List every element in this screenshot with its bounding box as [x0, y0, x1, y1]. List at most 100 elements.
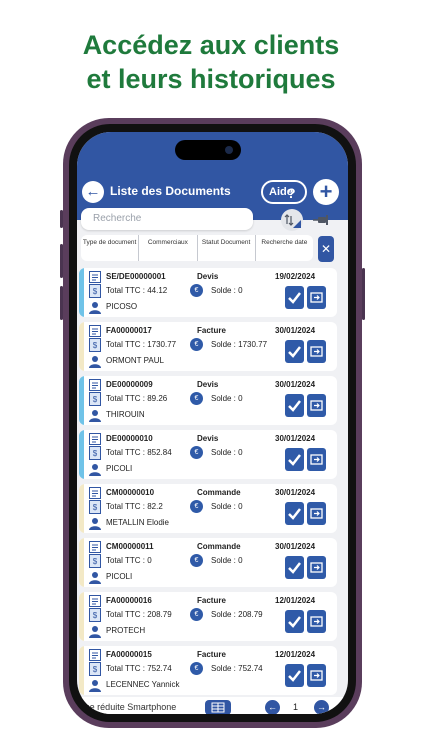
- document-date: 30/01/2024: [275, 326, 316, 335]
- document-type: Facture: [197, 326, 226, 335]
- document-card[interactable]: $ FA00000017 Facture 30/01/2024 Total TTC : …: [79, 322, 337, 371]
- side-button: [60, 210, 63, 228]
- document-reference: DE00000010: [106, 434, 153, 443]
- svg-text:$: $: [93, 395, 98, 404]
- export-button[interactable]: [307, 286, 326, 309]
- export-button[interactable]: [307, 502, 326, 525]
- validate-button[interactable]: [285, 340, 304, 363]
- arrow-right-icon: →: [317, 702, 326, 712]
- invoice-amount-icon: $: [89, 446, 101, 460]
- document-date: 30/01/2024: [275, 434, 316, 443]
- document-solde: Solde : 752.74: [211, 664, 263, 673]
- check-icon: [285, 400, 304, 421]
- power-button: [362, 268, 365, 320]
- export-button[interactable]: [307, 556, 326, 579]
- document-type: Devis: [197, 272, 219, 281]
- document-client: LECENNEC Yannick: [106, 680, 180, 689]
- export-icon: [307, 508, 326, 529]
- document-date: 30/01/2024: [275, 542, 316, 551]
- filter-type-document[interactable]: Type de document: [81, 235, 140, 261]
- validate-button[interactable]: [285, 556, 304, 579]
- view-mode-toggle[interactable]: [205, 700, 231, 714]
- document-client: THIROUIN: [106, 410, 145, 419]
- phone-bezel: ← Liste des Documents Aide ? + Recherche: [69, 124, 356, 722]
- aide-button[interactable]: Aide ?: [261, 180, 307, 204]
- svg-text:$: $: [93, 503, 98, 512]
- filter-recherche-date[interactable]: Recherche date: [256, 235, 313, 261]
- validate-button[interactable]: [285, 394, 304, 417]
- export-button[interactable]: [307, 340, 326, 363]
- document-total: Total TTC : 44.12: [106, 286, 168, 295]
- volume-up-button: [60, 244, 63, 278]
- plus-icon: +: [319, 179, 333, 204]
- document-card[interactable]: $ FA00000015 Facture 12/01/2024 Total TTC : …: [79, 646, 337, 695]
- document-solde: Solde : 208.79: [211, 610, 263, 619]
- svg-text:$: $: [93, 341, 98, 350]
- add-button[interactable]: +: [313, 179, 339, 205]
- document-card[interactable]: $ DE00000010 Devis 30/01/2024 Total TTC : 85…: [79, 430, 337, 479]
- back-button[interactable]: ←: [82, 181, 104, 203]
- invoice-amount-icon: $: [89, 554, 101, 568]
- clear-filters-button[interactable]: ✕: [318, 236, 334, 262]
- svg-text:$: $: [93, 557, 98, 566]
- previous-page-button[interactable]: ←: [265, 700, 280, 714]
- document-card[interactable]: $ CM00000011 Commande 30/01/2024 Total TTC :…: [79, 538, 337, 587]
- invoice-amount-icon: $: [89, 284, 101, 298]
- validate-button[interactable]: [285, 448, 304, 471]
- validate-button[interactable]: [285, 502, 304, 525]
- check-icon: [285, 616, 304, 637]
- euro-icon: €: [190, 338, 203, 351]
- document-card[interactable]: $ SE/DE00000001 Devis 19/02/2024 Total TTC :…: [79, 268, 337, 317]
- invoice-amount-icon: $: [89, 338, 101, 352]
- document-card[interactable]: $ CM00000010 Commande 30/01/2024 Total TTC :…: [79, 484, 337, 533]
- validate-button[interactable]: [285, 286, 304, 309]
- svg-text:$: $: [93, 611, 98, 620]
- document-card[interactable]: $ FA00000016 Facture 12/01/2024 Total TTC : …: [79, 592, 337, 641]
- export-button[interactable]: [307, 664, 326, 687]
- document-solde: Solde : 0: [211, 556, 243, 565]
- filter-commerciaux[interactable]: Commerciaux: [139, 235, 198, 261]
- export-button[interactable]: [307, 394, 326, 417]
- user-icon: [89, 355, 101, 368]
- document-type: Commande: [197, 488, 241, 497]
- filter-statut-document[interactable]: Statut Document: [198, 235, 256, 261]
- export-icon: [307, 346, 326, 367]
- svg-text:$: $: [93, 287, 98, 296]
- document-total: Total TTC : 0: [106, 556, 152, 565]
- document-type: Facture: [197, 650, 226, 659]
- page-number: 1: [293, 702, 299, 712]
- page-title: Liste des Documents: [110, 184, 231, 198]
- document-card[interactable]: $ DE00000009 Devis 30/01/2024 Total TTC : 89…: [79, 376, 337, 425]
- document-client: PICOSO: [106, 302, 138, 311]
- search-input[interactable]: Recherche: [81, 208, 253, 230]
- status-stripe: [79, 646, 84, 695]
- user-icon: [89, 679, 101, 692]
- euro-icon: €: [190, 662, 203, 675]
- next-page-button[interactable]: →: [314, 700, 329, 714]
- bottom-bar: Vue réduite Smartphone ← 1 →: [77, 697, 348, 714]
- export-icon: [307, 454, 326, 475]
- status-stripe: [79, 538, 84, 587]
- pin-button[interactable]: [311, 209, 333, 231]
- validate-button[interactable]: [285, 610, 304, 633]
- export-button[interactable]: [307, 610, 326, 633]
- arrow-left-icon: ←: [85, 183, 101, 200]
- document-type: Commande: [197, 542, 241, 551]
- document-total: Total TTC : 89.26: [106, 394, 168, 403]
- check-icon: [285, 562, 304, 583]
- filter-bar: Type de document Commerciaux Statut Docu…: [81, 235, 313, 261]
- invoice-amount-icon: $: [89, 500, 101, 514]
- document-type: Facture: [197, 596, 226, 605]
- document-icon: [89, 594, 101, 607]
- export-button[interactable]: [307, 448, 326, 471]
- document-total: Total TTC : 852.84: [106, 448, 172, 457]
- sort-button[interactable]: [281, 209, 303, 231]
- document-icon: [89, 270, 101, 283]
- phone-frame: ← Liste des Documents Aide ? + Recherche: [60, 118, 365, 728]
- document-type: Devis: [197, 380, 219, 389]
- export-icon: [307, 616, 326, 637]
- validate-button[interactable]: [285, 664, 304, 687]
- check-icon: [285, 292, 304, 313]
- document-client: METALLIN Elodie: [106, 518, 169, 527]
- invoice-amount-icon: $: [89, 392, 101, 406]
